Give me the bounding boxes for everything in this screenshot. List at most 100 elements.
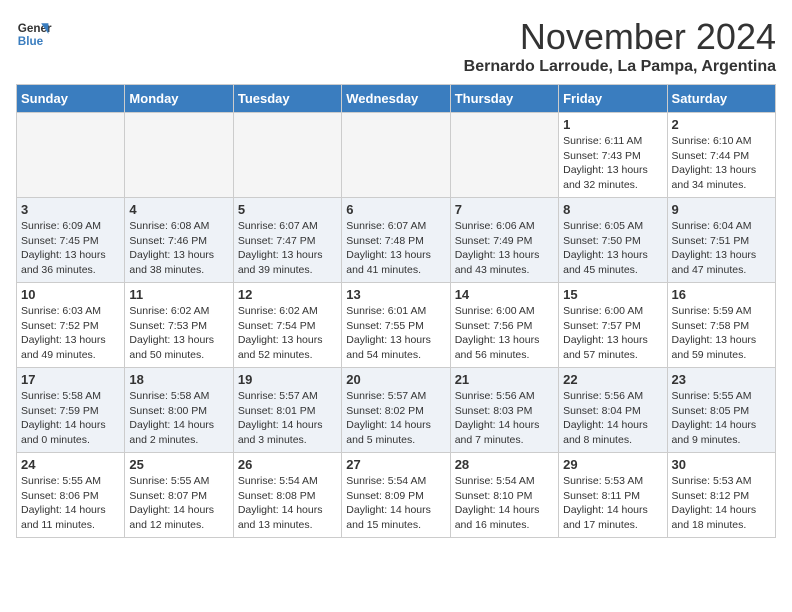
day-number: 27 <box>346 457 445 472</box>
calendar-cell: 11Sunrise: 6:02 AM Sunset: 7:53 PM Dayli… <box>125 283 233 368</box>
day-number: 17 <box>21 372 120 387</box>
calendar-cell: 15 Sunrise: 6:00 AM Sunset: 7:57 PM Dayli… <box>559 283 667 368</box>
calendar-cell: 18 Sunrise: 5:58 AM Sunset: 8:00 PM Dayli… <box>125 368 233 453</box>
calendar-cell: 24Sunrise: 5:55 AM Sunset: 8:06 PM Dayli… <box>17 453 125 538</box>
page-header: General Blue November 2024 Bernardo Larr… <box>16 16 776 76</box>
day-number: 12 <box>238 287 337 302</box>
day-number: 15 <box>563 287 662 302</box>
header-tuesday: Tuesday <box>233 85 341 113</box>
calendar-cell: 4 Sunrise: 6:08 AM Sunset: 7:46 PM Daylig… <box>125 198 233 283</box>
calendar-cell: 12 Sunrise: 6:02 AM Sunset: 7:54 PM Dayli… <box>233 283 341 368</box>
calendar-table: SundayMondayTuesdayWednesdayThursdayFrid… <box>16 84 776 538</box>
week-row-3: 10Sunrise: 6:03 AM Sunset: 7:52 PM Dayli… <box>17 283 776 368</box>
day-number: 20 <box>346 372 445 387</box>
calendar-cell: 9 Sunrise: 6:04 AM Sunset: 7:51 PM Daylig… <box>667 198 775 283</box>
calendar-cell: 29Sunrise: 5:53 AM Sunset: 8:11 PM Dayli… <box>559 453 667 538</box>
calendar-cell: 20 Sunrise: 5:57 AM Sunset: 8:02 PM Dayli… <box>342 368 450 453</box>
calendar-cell <box>233 113 341 198</box>
calendar-cell: 5Sunrise: 6:07 AM Sunset: 7:47 PM Daylig… <box>233 198 341 283</box>
day-info: Sunrise: 5:57 AM Sunset: 8:01 PM Dayligh… <box>238 389 337 448</box>
header-wednesday: Wednesday <box>342 85 450 113</box>
calendar-cell: 7Sunrise: 6:06 AM Sunset: 7:49 PM Daylig… <box>450 198 558 283</box>
day-number: 11 <box>129 287 228 302</box>
title-block: November 2024 Bernardo Larroude, La Pamp… <box>464 16 776 76</box>
calendar-cell <box>17 113 125 198</box>
day-number: 28 <box>455 457 554 472</box>
header-monday: Monday <box>125 85 233 113</box>
calendar-cell: 17 Sunrise: 5:58 AM Sunset: 7:59 PM Dayli… <box>17 368 125 453</box>
day-info: Sunrise: 6:00 AM Sunset: 7:56 PM Dayligh… <box>455 304 554 363</box>
calendar-cell: 21Sunrise: 5:56 AM Sunset: 8:03 PM Dayli… <box>450 368 558 453</box>
calendar-cell: 6 Sunrise: 6:07 AM Sunset: 7:48 PM Daylig… <box>342 198 450 283</box>
week-row-1: 1Sunrise: 6:11 AM Sunset: 7:43 PM Daylig… <box>17 113 776 198</box>
day-info: Sunrise: 5:55 AM Sunset: 8:06 PM Dayligh… <box>21 474 120 533</box>
week-row-2: 3 Sunrise: 6:09 AM Sunset: 7:45 PM Daylig… <box>17 198 776 283</box>
day-info: Sunrise: 6:09 AM Sunset: 7:45 PM Dayligh… <box>21 219 120 278</box>
calendar-cell: 14 Sunrise: 6:00 AM Sunset: 7:56 PM Dayli… <box>450 283 558 368</box>
calendar-cell <box>125 113 233 198</box>
header-friday: Friday <box>559 85 667 113</box>
day-info: Sunrise: 5:54 AM Sunset: 8:08 PM Dayligh… <box>238 474 337 533</box>
day-info: Sunrise: 6:11 AM Sunset: 7:43 PM Dayligh… <box>563 134 662 193</box>
day-number: 25 <box>129 457 228 472</box>
day-info: Sunrise: 5:54 AM Sunset: 8:09 PM Dayligh… <box>346 474 445 533</box>
calendar-cell: 1Sunrise: 6:11 AM Sunset: 7:43 PM Daylig… <box>559 113 667 198</box>
day-info: Sunrise: 5:54 AM Sunset: 8:10 PM Dayligh… <box>455 474 554 533</box>
day-number: 30 <box>672 457 771 472</box>
day-info: Sunrise: 5:55 AM Sunset: 8:07 PM Dayligh… <box>129 474 228 533</box>
header-row: SundayMondayTuesdayWednesdayThursdayFrid… <box>17 85 776 113</box>
calendar-cell: 23Sunrise: 5:55 AM Sunset: 8:05 PM Dayli… <box>667 368 775 453</box>
day-info: Sunrise: 5:58 AM Sunset: 8:00 PM Dayligh… <box>129 389 228 448</box>
day-number: 4 <box>129 202 228 217</box>
calendar-cell: 30 Sunrise: 5:53 AM Sunset: 8:12 PM Dayli… <box>667 453 775 538</box>
day-info: Sunrise: 6:10 AM Sunset: 7:44 PM Dayligh… <box>672 134 771 193</box>
day-info: Sunrise: 6:07 AM Sunset: 7:48 PM Dayligh… <box>346 219 445 278</box>
header-thursday: Thursday <box>450 85 558 113</box>
day-number: 19 <box>238 372 337 387</box>
day-number: 22 <box>563 372 662 387</box>
logo-icon: General Blue <box>16 16 52 52</box>
day-number: 3 <box>21 202 120 217</box>
calendar-cell: 3 Sunrise: 6:09 AM Sunset: 7:45 PM Daylig… <box>17 198 125 283</box>
day-info: Sunrise: 6:02 AM Sunset: 7:54 PM Dayligh… <box>238 304 337 363</box>
calendar-cell: 13 Sunrise: 6:01 AM Sunset: 7:55 PM Dayli… <box>342 283 450 368</box>
calendar-cell: 22 Sunrise: 5:56 AM Sunset: 8:04 PM Dayli… <box>559 368 667 453</box>
calendar-cell: 2 Sunrise: 6:10 AM Sunset: 7:44 PM Daylig… <box>667 113 775 198</box>
header-sunday: Sunday <box>17 85 125 113</box>
svg-text:Blue: Blue <box>18 35 44 48</box>
calendar-cell: 27 Sunrise: 5:54 AM Sunset: 8:09 PM Dayli… <box>342 453 450 538</box>
location-subtitle: Bernardo Larroude, La Pampa, Argentina <box>464 58 776 76</box>
day-number: 5 <box>238 202 337 217</box>
day-number: 2 <box>672 117 771 132</box>
calendar-cell: 10Sunrise: 6:03 AM Sunset: 7:52 PM Dayli… <box>17 283 125 368</box>
day-info: Sunrise: 5:56 AM Sunset: 8:04 PM Dayligh… <box>563 389 662 448</box>
day-info: Sunrise: 6:08 AM Sunset: 7:46 PM Dayligh… <box>129 219 228 278</box>
calendar-cell: 25 Sunrise: 5:55 AM Sunset: 8:07 PM Dayli… <box>125 453 233 538</box>
calendar-cell: 16Sunrise: 5:59 AM Sunset: 7:58 PM Dayli… <box>667 283 775 368</box>
day-info: Sunrise: 6:03 AM Sunset: 7:52 PM Dayligh… <box>21 304 120 363</box>
day-info: Sunrise: 5:56 AM Sunset: 8:03 PM Dayligh… <box>455 389 554 448</box>
day-info: Sunrise: 5:59 AM Sunset: 7:58 PM Dayligh… <box>672 304 771 363</box>
day-info: Sunrise: 6:00 AM Sunset: 7:57 PM Dayligh… <box>563 304 662 363</box>
day-info: Sunrise: 5:57 AM Sunset: 8:02 PM Dayligh… <box>346 389 445 448</box>
day-info: Sunrise: 5:58 AM Sunset: 7:59 PM Dayligh… <box>21 389 120 448</box>
day-info: Sunrise: 6:01 AM Sunset: 7:55 PM Dayligh… <box>346 304 445 363</box>
day-info: Sunrise: 5:55 AM Sunset: 8:05 PM Dayligh… <box>672 389 771 448</box>
day-number: 8 <box>563 202 662 217</box>
day-info: Sunrise: 6:04 AM Sunset: 7:51 PM Dayligh… <box>672 219 771 278</box>
logo: General Blue <box>16 16 56 52</box>
day-number: 6 <box>346 202 445 217</box>
day-number: 13 <box>346 287 445 302</box>
day-info: Sunrise: 5:53 AM Sunset: 8:12 PM Dayligh… <box>672 474 771 533</box>
day-number: 29 <box>563 457 662 472</box>
week-row-4: 17 Sunrise: 5:58 AM Sunset: 7:59 PM Dayli… <box>17 368 776 453</box>
calendar-cell <box>342 113 450 198</box>
day-number: 14 <box>455 287 554 302</box>
day-info: Sunrise: 6:05 AM Sunset: 7:50 PM Dayligh… <box>563 219 662 278</box>
calendar-cell: 26Sunrise: 5:54 AM Sunset: 8:08 PM Dayli… <box>233 453 341 538</box>
calendar-cell <box>450 113 558 198</box>
day-number: 9 <box>672 202 771 217</box>
day-number: 18 <box>129 372 228 387</box>
calendar-header: SundayMondayTuesdayWednesdayThursdayFrid… <box>17 85 776 113</box>
calendar-cell: 19 Sunrise: 5:57 AM Sunset: 8:01 PM Dayli… <box>233 368 341 453</box>
